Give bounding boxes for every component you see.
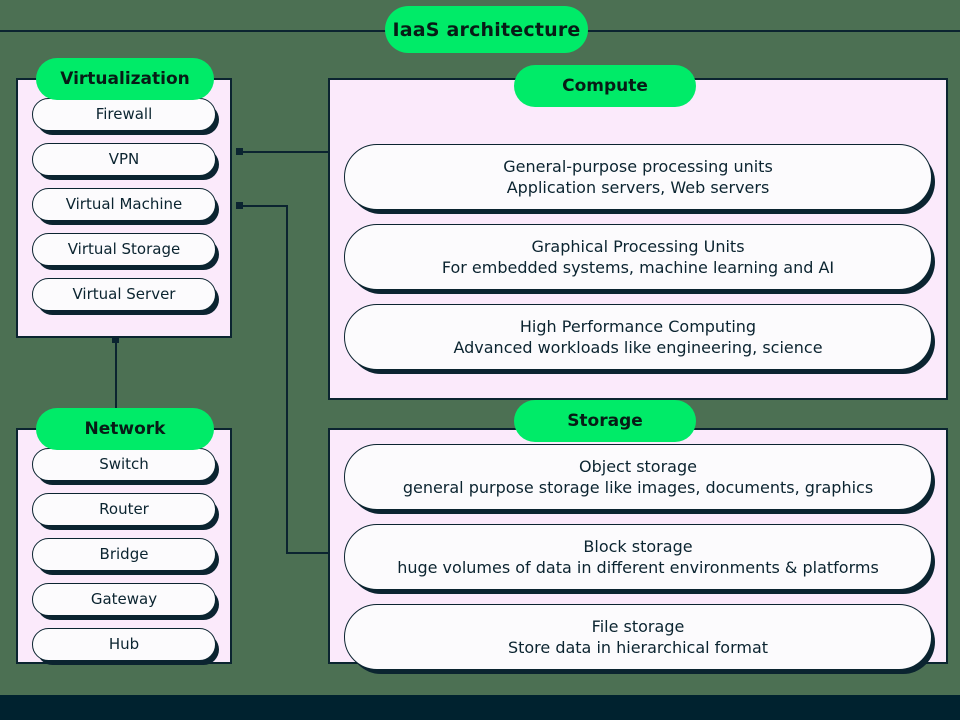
list-item[interactable]: Object storage general purpose storage l… xyxy=(344,444,932,510)
item-label: Virtual Machine xyxy=(65,194,183,213)
list-item[interactable]: Virtual Storage xyxy=(32,233,216,266)
list-item[interactable]: VPN xyxy=(32,143,216,176)
item-description: Advanced workloads like engineering, sci… xyxy=(453,338,823,357)
connector-endpoint-dot-network xyxy=(112,336,119,343)
list-item[interactable]: Router xyxy=(32,493,216,526)
section-header-compute: Compute xyxy=(514,65,696,107)
item-description: huge volumes of data in different enviro… xyxy=(397,558,879,577)
panel-compute: General-purpose processing units Applica… xyxy=(328,78,948,400)
section-header-storage: Storage xyxy=(514,400,696,442)
connector-endpoint-dot-compute xyxy=(236,148,243,155)
item-description: general purpose storage like images, doc… xyxy=(402,478,874,497)
panel-storage: Object storage general purpose storage l… xyxy=(328,428,948,670)
page-title: IaaS architecture xyxy=(385,6,588,53)
network-item-list: Switch Router Bridge Gateway Hub xyxy=(32,448,216,673)
item-label: Gateway xyxy=(90,589,158,608)
list-item[interactable]: General-purpose processing units Applica… xyxy=(344,144,932,210)
item-label: Hub xyxy=(108,634,140,653)
connector-virtualization-to-storage-top xyxy=(236,205,288,207)
list-item[interactable]: Gateway xyxy=(32,583,216,616)
item-label: Firewall xyxy=(95,104,153,123)
item-label: Virtual Storage xyxy=(67,239,181,258)
item-description: Application servers, Web servers xyxy=(506,178,770,197)
panel-virtualization: Firewall VPN Virtual Machine Virtual Sto… xyxy=(16,78,232,338)
item-label: Router xyxy=(99,499,149,518)
section-header-network: Network xyxy=(36,408,214,450)
connector-virtualization-to-network xyxy=(115,338,117,412)
item-title: Object storage xyxy=(579,456,697,476)
item-title: File storage xyxy=(591,616,685,636)
list-item[interactable]: Graphical Processing Units For embedded … xyxy=(344,224,932,290)
item-label: Bridge xyxy=(99,544,149,563)
list-item[interactable]: Virtual Server xyxy=(32,278,216,311)
list-item[interactable]: High Performance Computing Advanced work… xyxy=(344,304,932,370)
connector-virtualization-to-storage-bottom xyxy=(286,552,330,554)
compute-item-list: General-purpose processing units Applica… xyxy=(344,144,932,384)
connector-virtualization-to-storage-vertical xyxy=(286,205,288,554)
item-label: Virtual Server xyxy=(72,284,176,303)
item-description: For embedded systems, machine learning a… xyxy=(441,258,835,277)
list-item[interactable]: Block storage huge volumes of data in di… xyxy=(344,524,932,590)
list-item[interactable]: Switch xyxy=(32,448,216,481)
item-label: VPN xyxy=(108,149,140,168)
panel-network: Switch Router Bridge Gateway Hub xyxy=(16,428,232,664)
bottom-band xyxy=(0,695,960,720)
virtualization-item-list: Firewall VPN Virtual Machine Virtual Sto… xyxy=(32,98,216,323)
item-title: Graphical Processing Units xyxy=(531,236,745,256)
connector-endpoint-dot-storage xyxy=(236,202,243,209)
item-title: Block storage xyxy=(583,536,693,556)
list-item[interactable]: Hub xyxy=(32,628,216,661)
item-title: High Performance Computing xyxy=(519,316,757,336)
list-item[interactable]: Bridge xyxy=(32,538,216,571)
item-label: Switch xyxy=(99,454,149,473)
item-title: General-purpose processing units xyxy=(503,156,773,176)
connector-virtualization-to-compute xyxy=(236,151,330,153)
list-item[interactable]: Firewall xyxy=(32,98,216,131)
storage-item-list: Object storage general purpose storage l… xyxy=(344,444,932,684)
list-item[interactable]: File storage Store data in hierarchical … xyxy=(344,604,932,670)
item-description: Store data in hierarchical format xyxy=(507,638,769,657)
list-item[interactable]: Virtual Machine xyxy=(32,188,216,221)
section-header-virtualization: Virtualization xyxy=(36,58,214,100)
